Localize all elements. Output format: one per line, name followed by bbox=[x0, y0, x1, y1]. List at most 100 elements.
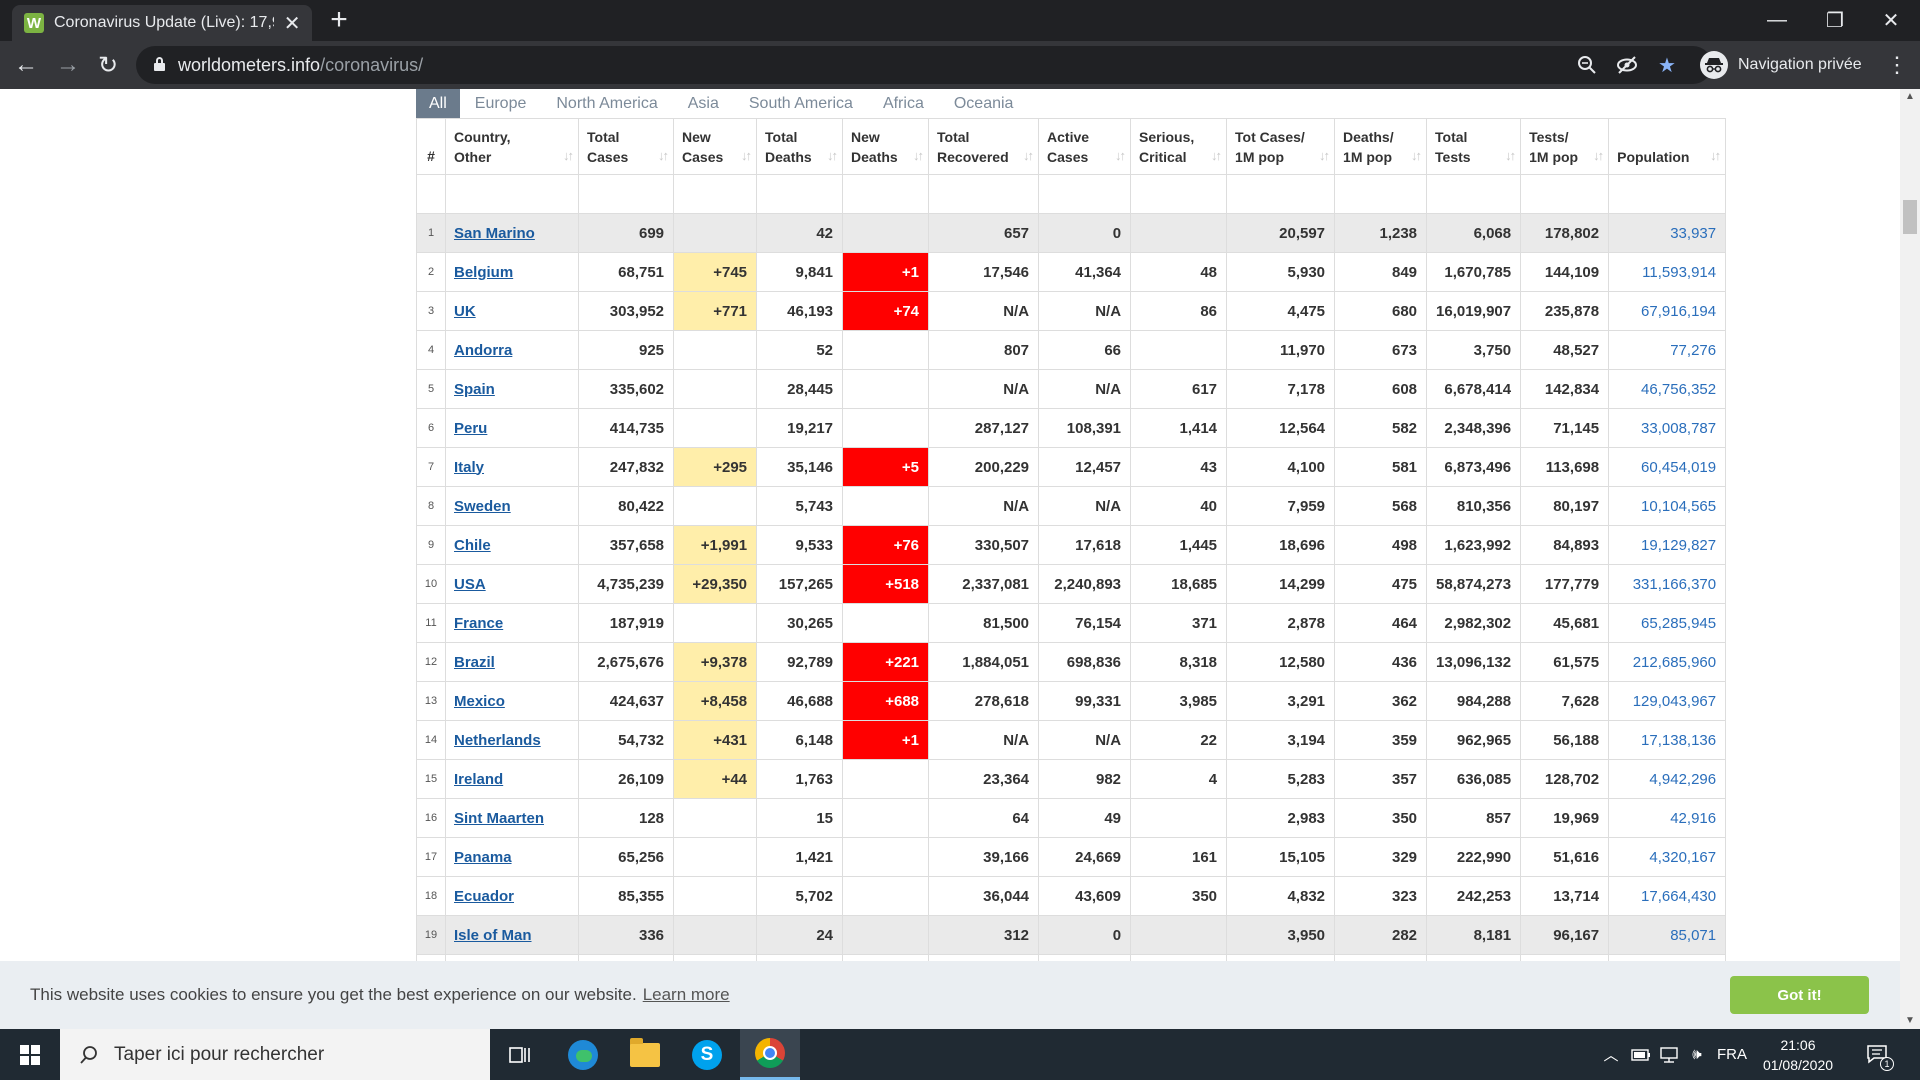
column-header-total-cases[interactable]: Total Cases ↓↑ bbox=[578, 118, 675, 175]
edge-taskbar-button[interactable] bbox=[553, 1029, 613, 1080]
restore-icon[interactable]: ❐ bbox=[1806, 0, 1864, 41]
page-content: All Europe North America Asia South America A… bbox=[0, 89, 1920, 1080]
region-tab-oceania[interactable]: Oceania bbox=[939, 89, 1029, 118]
network-icon[interactable] bbox=[1656, 1029, 1682, 1080]
tab-close-icon[interactable]: ✕ bbox=[282, 11, 302, 36]
total-cases-cell: 187,919 bbox=[578, 603, 675, 643]
taskbar-search-box[interactable]: Taper ici pour rechercher bbox=[60, 1029, 490, 1080]
sort-arrows-icon[interactable]: ↓↑ bbox=[913, 146, 924, 166]
column-header-rank[interactable]: # bbox=[416, 118, 446, 175]
sort-arrows-icon[interactable]: ↓↑ bbox=[1023, 146, 1034, 166]
start-button[interactable] bbox=[0, 1029, 60, 1080]
active-cases-cell: 17,618 bbox=[1038, 525, 1132, 565]
country-link[interactable]: Ecuador bbox=[454, 888, 514, 905]
column-header-total-tests[interactable]: Total Tests ↓↑ bbox=[1426, 118, 1522, 175]
sort-arrows-icon[interactable]: ↓↑ bbox=[1319, 146, 1330, 166]
column-header-total-recovered[interactable]: Total Recovered ↓↑ bbox=[928, 118, 1040, 175]
sort-arrows-icon[interactable]: ↓↑ bbox=[563, 146, 574, 166]
reload-icon[interactable]: ↻ bbox=[92, 49, 124, 81]
country-link[interactable]: Italy bbox=[454, 459, 484, 476]
sort-arrows-icon[interactable]: ↓↑ bbox=[1211, 146, 1222, 166]
sort-arrows-icon[interactable]: ↓↑ bbox=[1593, 146, 1604, 166]
total-tests-cell: 58,874,273 bbox=[1426, 564, 1522, 604]
country-link[interactable]: San Marino bbox=[454, 225, 535, 242]
address-bar[interactable]: worldometers.info/coronavirus/ ★ bbox=[136, 46, 1712, 84]
chrome-taskbar-button[interactable] bbox=[740, 1029, 800, 1080]
country-link[interactable]: USA bbox=[454, 576, 486, 593]
incognito-indicator[interactable]: Navigation privée bbox=[1700, 48, 1862, 82]
country-link[interactable]: Sint Maarten bbox=[454, 810, 544, 827]
column-header-cases-per-1m[interactable]: Tot Cases/1M pop ↓↑ bbox=[1226, 118, 1336, 175]
scroll-up-arrow-icon[interactable]: ▲ bbox=[1900, 89, 1920, 105]
sort-arrows-icon[interactable]: ↓↑ bbox=[827, 146, 838, 166]
country-link[interactable]: Peru bbox=[454, 420, 487, 437]
country-link[interactable]: Netherlands bbox=[454, 732, 541, 749]
country-link[interactable]: Brazil bbox=[454, 654, 495, 671]
column-header-total-deaths[interactable]: Total Deaths ↓↑ bbox=[756, 118, 844, 175]
column-header-new-deaths[interactable]: New Deaths ↓↑ bbox=[842, 118, 930, 175]
bookmark-star-icon[interactable]: ★ bbox=[1654, 53, 1680, 77]
country-link[interactable]: Sweden bbox=[454, 498, 511, 515]
total-recovered-cell: 312 bbox=[928, 915, 1040, 955]
skype-icon: S bbox=[692, 1039, 722, 1070]
country-link[interactable]: Ireland bbox=[454, 771, 503, 788]
column-header-serious-critical[interactable]: Serious, Critical ↓↑ bbox=[1130, 118, 1228, 175]
column-header-tests-per-1m[interactable]: Tests/1M pop ↓↑ bbox=[1520, 118, 1610, 175]
file-explorer-taskbar-button[interactable] bbox=[615, 1029, 675, 1080]
show-hidden-icons-chevron-icon[interactable]: ︿ bbox=[1598, 1029, 1624, 1080]
scroll-thumb[interactable] bbox=[1903, 200, 1917, 234]
battery-icon[interactable] bbox=[1628, 1029, 1654, 1080]
sort-arrows-icon[interactable]: ↓↑ bbox=[1115, 146, 1126, 166]
region-tab-north-america[interactable]: North America bbox=[541, 89, 672, 118]
skype-taskbar-button[interactable]: S bbox=[677, 1029, 737, 1080]
notification-center-icon[interactable]: 1 bbox=[1862, 1039, 1894, 1071]
country-link[interactable]: Chile bbox=[454, 537, 491, 554]
column-header-deaths-per-1m[interactable]: Deaths/1M pop ↓↑ bbox=[1334, 118, 1428, 175]
sort-arrows-icon[interactable]: ↓↑ bbox=[1505, 146, 1516, 166]
country-link[interactable]: France bbox=[454, 615, 503, 632]
country-cell: Belgium bbox=[444, 252, 580, 292]
country-link[interactable]: Isle of Man bbox=[454, 927, 532, 944]
country-link[interactable]: Belgium bbox=[454, 264, 513, 281]
header-spacer-row bbox=[416, 174, 1727, 214]
taskbar-clock[interactable]: 21:06 01/08/2020 bbox=[1752, 1035, 1844, 1075]
country-cell: Netherlands bbox=[444, 720, 580, 760]
window-close-icon[interactable]: ✕ bbox=[1862, 0, 1920, 41]
zoom-magnifier-icon[interactable] bbox=[1574, 53, 1600, 77]
sort-arrows-icon[interactable]: ↓↑ bbox=[741, 146, 752, 166]
country-link[interactable]: Spain bbox=[454, 381, 495, 398]
browser-tab[interactable]: W Coronavirus Update (Live): 17,90 ✕ bbox=[12, 5, 312, 41]
total-cases-cell: 128 bbox=[578, 798, 675, 838]
learn-more-link[interactable]: Learn more bbox=[643, 985, 730, 1004]
scroll-down-arrow-icon[interactable]: ▼ bbox=[1900, 1013, 1920, 1029]
minimize-icon[interactable]: — bbox=[1748, 0, 1806, 41]
tracking-blocked-eye-icon[interactable] bbox=[1614, 53, 1640, 77]
column-header-country[interactable]: Country, Other ↓↑ bbox=[444, 118, 580, 175]
language-indicator[interactable]: FRA bbox=[1714, 1029, 1750, 1080]
sort-arrows-icon[interactable]: ↓↑ bbox=[658, 146, 669, 166]
new-tab-button[interactable]: + bbox=[324, 5, 354, 35]
column-header-new-cases[interactable]: New Cases ↓↑ bbox=[673, 118, 758, 175]
region-tab-all[interactable]: All bbox=[416, 89, 460, 118]
region-tab-africa[interactable]: Africa bbox=[868, 89, 939, 118]
country-link[interactable]: UK bbox=[454, 303, 476, 320]
region-tab-south-america[interactable]: South America bbox=[734, 89, 868, 118]
sort-arrows-icon[interactable]: ↓↑ bbox=[1710, 146, 1721, 166]
column-header-population[interactable]: Population ↓↑ bbox=[1608, 118, 1727, 175]
browser-menu-icon[interactable]: ⋮ bbox=[1882, 49, 1912, 81]
page-scrollbar[interactable]: ▲ ▼ bbox=[1900, 89, 1920, 1029]
forward-arrow-icon[interactable]: → bbox=[52, 49, 84, 81]
back-arrow-icon[interactable]: ← bbox=[10, 49, 42, 81]
column-header-active-cases[interactable]: Active Cases ↓↑ bbox=[1038, 118, 1132, 175]
task-view-button[interactable] bbox=[490, 1029, 550, 1080]
got-it-button[interactable]: Got it! bbox=[1730, 976, 1869, 1014]
country-link[interactable]: Panama bbox=[454, 849, 512, 866]
tests-per-1m-cell: 7,628 bbox=[1520, 681, 1610, 721]
country-link[interactable]: Mexico bbox=[454, 693, 505, 710]
sort-arrows-icon[interactable]: ↓↑ bbox=[1411, 146, 1422, 166]
volume-icon[interactable]: 🕪 bbox=[1684, 1029, 1710, 1080]
region-tab-asia[interactable]: Asia bbox=[673, 89, 734, 118]
table-row: 2 Belgium 68,751 +745 9,841 +1 17,546 41,364 48 5… bbox=[416, 252, 1727, 292]
country-link[interactable]: Andorra bbox=[454, 342, 512, 359]
region-tab-europe[interactable]: Europe bbox=[460, 89, 542, 118]
